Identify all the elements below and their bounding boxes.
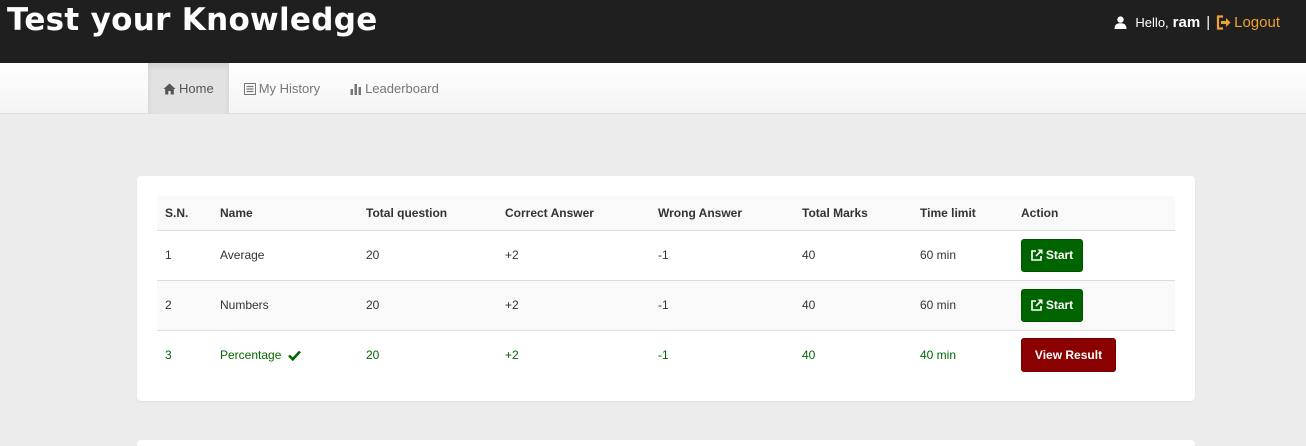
logout-link[interactable]: Logout bbox=[1216, 14, 1280, 31]
separator: | bbox=[1206, 13, 1211, 31]
cell-sn: 2 bbox=[157, 280, 212, 331]
cell-time-limit: 40 min bbox=[920, 348, 957, 363]
start-button[interactable]: Start bbox=[1021, 288, 1083, 322]
start-button[interactable]: Start bbox=[1021, 238, 1083, 272]
cell-wrong-answer: -1 bbox=[650, 280, 794, 331]
user-icon bbox=[1114, 15, 1127, 29]
cell-name: Average bbox=[212, 230, 358, 281]
username: ram bbox=[1172, 13, 1201, 31]
cell-name-text: Percentage bbox=[220, 348, 282, 363]
nav-item-my-history[interactable]: My History bbox=[229, 63, 335, 114]
logout-label: Logout bbox=[1234, 13, 1280, 31]
cell-action: Start bbox=[1013, 230, 1175, 281]
user-box: Hello, ram | Logout bbox=[1114, 12, 1280, 32]
home-icon bbox=[163, 83, 176, 94]
table-row: 1 Average 20 +2 -1 40 60 min Start bbox=[157, 230, 1175, 281]
table-header-row: S.N. Name Total question Correct Answer … bbox=[157, 196, 1175, 231]
brand-title: Test your Knowledge bbox=[7, 2, 378, 38]
cell-wrong-answer: -1 bbox=[650, 230, 794, 281]
quiz-panel: S.N. Name Total question Correct Answer … bbox=[137, 176, 1195, 401]
quiz-table: S.N. Name Total question Correct Answer … bbox=[157, 196, 1175, 380]
view-result-button[interactable]: View Result bbox=[1021, 338, 1116, 373]
column-header-correct-answer: Correct Answer bbox=[497, 196, 650, 231]
cell-name: Numbers bbox=[212, 280, 358, 331]
check-icon bbox=[287, 350, 301, 362]
secondary-panel bbox=[137, 440, 1195, 446]
nav-tabs: Home My History Leaderboard bbox=[148, 63, 454, 114]
nav-item-label: My History bbox=[258, 81, 321, 96]
nav-item-label: Home bbox=[179, 81, 214, 96]
cell-total-marks: 40 bbox=[794, 230, 912, 281]
cell-correct-answer: +2 bbox=[497, 230, 650, 281]
cell-sn: 3 bbox=[165, 348, 172, 363]
cell-total-question: 20 bbox=[358, 280, 497, 331]
cell-correct-answer: +2 bbox=[497, 280, 650, 331]
bar-chart-icon bbox=[350, 83, 362, 95]
cell-wrong-answer: -1 bbox=[658, 348, 669, 363]
column-header-wrong-answer: Wrong Answer bbox=[650, 196, 794, 231]
table-row: 3 Percentage 20 +2 -1 40 40 min View Res… bbox=[157, 330, 1175, 380]
column-header-time-limit: Time limit bbox=[912, 196, 1013, 231]
cell-action: View Result bbox=[1013, 330, 1175, 380]
cell-total-question: 20 bbox=[366, 348, 380, 363]
external-link-icon bbox=[1031, 249, 1043, 261]
column-header-total-question: Total question bbox=[358, 196, 497, 231]
cell-total-question: 20 bbox=[358, 230, 497, 281]
table-row: 2 Numbers 20 +2 -1 40 60 min Start bbox=[157, 280, 1175, 331]
cell-action: Start bbox=[1013, 280, 1175, 331]
column-header-total-marks: Total Marks bbox=[794, 196, 912, 231]
cell-time-limit: 60 min bbox=[912, 230, 1013, 281]
column-header-name: Name bbox=[212, 196, 358, 231]
start-button-label: Start bbox=[1045, 248, 1074, 262]
external-link-icon bbox=[1031, 299, 1043, 311]
nav-item-label: Leaderboard bbox=[365, 81, 439, 96]
top-header: Test your Knowledge Hello, ram | Logout bbox=[0, 0, 1306, 63]
cell-total-marks: 40 bbox=[802, 348, 816, 363]
navbar: Home My History Leaderboard bbox=[0, 63, 1306, 114]
cell-total-marks: 40 bbox=[794, 280, 912, 331]
cell-sn: 1 bbox=[157, 230, 212, 281]
cell-time-limit: 60 min bbox=[912, 280, 1013, 331]
list-icon bbox=[243, 82, 256, 95]
column-header-sn: S.N. bbox=[157, 196, 212, 231]
cell-name: Percentage bbox=[212, 330, 358, 380]
nav-item-leaderboard[interactable]: Leaderboard bbox=[335, 63, 454, 114]
logout-icon bbox=[1217, 14, 1231, 30]
start-button-label: Start bbox=[1045, 298, 1074, 312]
greeting-text: Hello, bbox=[1135, 14, 1169, 30]
column-header-action: Action bbox=[1013, 196, 1175, 231]
nav-item-home[interactable]: Home bbox=[148, 63, 229, 114]
cell-correct-answer: +2 bbox=[505, 348, 519, 363]
